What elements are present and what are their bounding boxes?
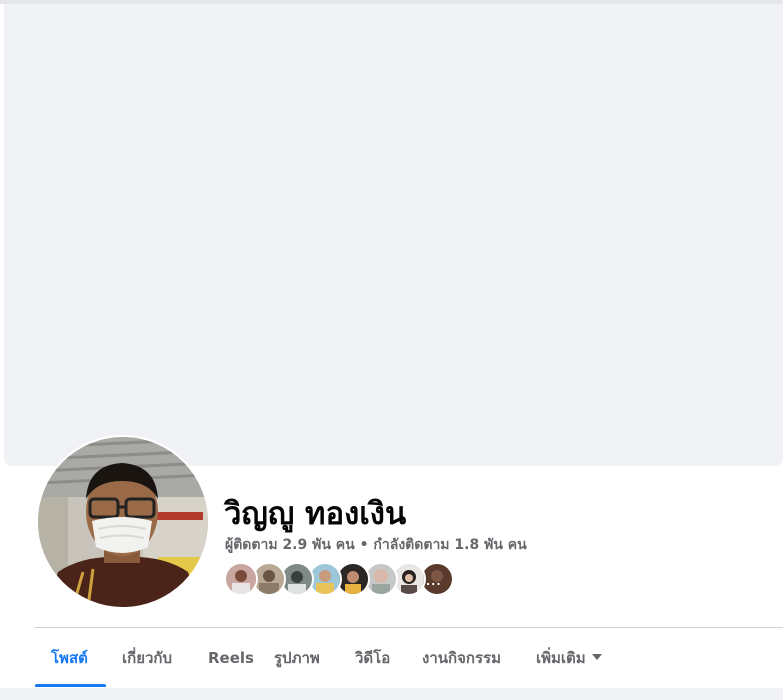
tab-events[interactable]: งานกิจกรรม	[422, 628, 501, 688]
profile-tabs: โพสต์ เกี่ยวกับ Reels รูปภาพ วิดีโอ งานก…	[35, 628, 783, 688]
profile-avatar[interactable]	[36, 435, 210, 609]
tab-posts[interactable]: โพสต์	[51, 628, 88, 688]
tab-label: วิดีโอ	[355, 649, 391, 667]
tab-videos[interactable]: วิดีโอ	[355, 628, 390, 688]
content-area-background	[0, 688, 783, 700]
profile-page: วิญญู ทองเงิน ผู้ติดตาม 2.9 พัน คน • กำล…	[0, 0, 783, 700]
tab-label: เกี่ยวกับ	[122, 649, 173, 667]
tab-label: งานกิจกรรม	[422, 649, 501, 667]
tab-reels[interactable]: Reels	[208, 628, 254, 688]
active-tab-indicator	[35, 684, 106, 687]
tab-label: รูปภาพ	[274, 649, 320, 667]
profile-name: วิญญู ทองเงิน	[224, 496, 407, 532]
tab-photos[interactable]: รูปภาพ	[274, 628, 320, 688]
tab-about[interactable]: เกี่ยวกับ	[122, 628, 172, 688]
chevron-down-icon	[591, 653, 602, 660]
tab-label: Reels	[208, 649, 254, 667]
friend-avatars[interactable]: ...	[224, 562, 464, 596]
follower-stats[interactable]: ผู้ติดตาม 2.9 พัน คน • กำลังติดตาม 1.8 พ…	[225, 534, 527, 556]
tab-label: เพิ่มเติม	[536, 649, 586, 667]
friend-avatar[interactable]	[224, 562, 258, 596]
avatar-photo	[38, 437, 208, 607]
tab-label: โพสต์	[51, 649, 88, 667]
tab-more[interactable]: เพิ่มเติม	[536, 628, 602, 688]
cover-photo[interactable]	[4, 4, 783, 466]
more-friends-indicator: ...	[426, 575, 442, 588]
